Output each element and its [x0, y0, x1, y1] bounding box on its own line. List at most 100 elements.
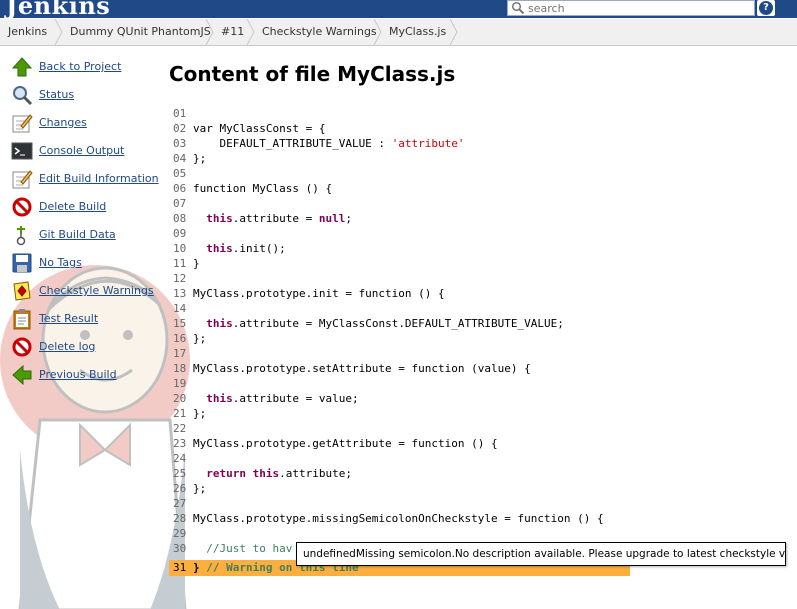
sidebar-link-changes[interactable]: Changes — [39, 116, 87, 129]
jenkins-logo[interactable]: Jenkins — [6, 0, 110, 18]
sidebar-link-previous-build[interactable]: Previous Build — [39, 368, 117, 381]
code-line: 26}; — [169, 481, 630, 496]
code-line: 25 return this.attribute; — [169, 466, 630, 481]
sidebar-link-console-output[interactable]: Console Output — [39, 144, 124, 157]
sidebar-link-test-result[interactable]: Test Result — [39, 312, 98, 325]
code-line: 03 DEFAULT_ATTRIBUTE_VALUE : 'attribute' — [169, 136, 630, 151]
floppy-icon — [12, 253, 32, 273]
line-number: 09 — [173, 227, 187, 240]
code-line: 22 — [169, 421, 630, 436]
code-line: 13 MyClass.prototype.init = function () { — [169, 286, 630, 301]
code-text: function MyClass () { — [193, 182, 333, 195]
line-number: 26 — [173, 482, 187, 495]
sidebar-link-delete-build[interactable]: Delete Build — [39, 200, 106, 213]
breadcrumb-file[interactable]: MyClass.js — [389, 19, 446, 45]
help-icon: ? — [759, 1, 773, 15]
help-button[interactable]: ? — [757, 0, 775, 16]
code-text: this.attribute = MyClassConst.DEFAULT_AT… — [206, 317, 564, 330]
code-line: 12 — [169, 271, 630, 286]
line-number: 15 — [173, 317, 187, 330]
no-entry-icon — [12, 337, 32, 357]
code-line: 01 — [169, 106, 630, 121]
up-arrow-icon — [11, 57, 33, 77]
breadcrumb-build[interactable]: #11 — [221, 19, 244, 45]
line-number: 01 — [173, 107, 187, 120]
code-line: 04}; — [169, 151, 630, 166]
page-title: Content of file MyClass.js — [169, 62, 456, 86]
code-line: 06 function MyClass () { — [169, 181, 630, 196]
terminal-icon — [11, 142, 33, 160]
line-number: 31 — [173, 561, 187, 574]
code-line: 07 — [169, 196, 630, 211]
breadcrumb-separator — [246, 19, 255, 45]
line-number: 05 — [173, 167, 187, 180]
code-text: }; — [193, 407, 207, 420]
breadcrumb-separator — [373, 19, 382, 45]
sidebar-link-back-to-project[interactable]: Back to Project — [39, 60, 121, 73]
line-number: 20 — [173, 392, 187, 405]
line-number: 11 — [173, 257, 187, 270]
line-number: 18 — [173, 362, 187, 375]
line-number: 27 — [173, 497, 187, 510]
code-line: 24 — [169, 451, 630, 466]
code-text: var MyClassConst = { — [193, 122, 326, 135]
search-box[interactable] — [507, 0, 755, 16]
search-input[interactable] — [528, 1, 748, 15]
code-line: 16}; — [169, 331, 630, 346]
clipboard-icon — [13, 309, 31, 330]
line-number: 14 — [173, 302, 187, 315]
line-number: 13 — [173, 287, 187, 300]
notepad-edit-icon — [12, 170, 33, 189]
code-line: 09 — [169, 226, 630, 241]
notepad-icon — [12, 114, 33, 133]
code-line: 27 — [169, 496, 630, 511]
breadcrumb-separator — [54, 19, 63, 45]
checkstyle-icon — [13, 281, 31, 301]
code-text: this.init(); — [206, 242, 286, 255]
code-text: }; — [193, 332, 207, 345]
code-text: MyClass.prototype.getAttribute = functio… — [193, 437, 498, 450]
line-number: 06 — [173, 182, 187, 195]
code-text: this.attribute = null; — [206, 212, 352, 225]
no-entry-icon — [12, 197, 32, 217]
breadcrumb-separator — [205, 19, 214, 45]
sidebar-link-status[interactable]: Status — [39, 88, 74, 101]
line-number: 08 — [173, 212, 187, 225]
line-number: 23 — [173, 437, 187, 450]
warning-tooltip: undefinedMissing semicolon.No descriptio… — [296, 542, 786, 566]
line-number: 30 — [173, 542, 187, 555]
code-text: MyClass.prototype.init = function () { — [193, 287, 445, 300]
line-number: 07 — [173, 197, 187, 210]
code-line: 17 — [169, 346, 630, 361]
breadcrumb-separator — [449, 19, 458, 45]
code-line: 23 MyClass.prototype.getAttribute = funct… — [169, 436, 630, 451]
code-line: 10 this.init(); — [169, 241, 630, 256]
sidebar-link-no-tags[interactable]: No Tags — [39, 256, 82, 269]
code-text: MyClass.prototype.missingSemicolonOnChec… — [193, 512, 604, 525]
line-number: 10 — [173, 242, 187, 255]
sidebar-link-git-build-data[interactable]: Git Build Data — [39, 228, 116, 241]
sidebar-link-edit-build-information[interactable]: Edit Build Information — [39, 172, 159, 185]
breadcrumb-project[interactable]: Dummy QUnit PhantomJS — [70, 19, 211, 45]
line-number: 19 — [173, 377, 187, 390]
line-number: 03 — [173, 137, 187, 150]
code-line: 21}; — [169, 406, 630, 421]
line-number: 12 — [173, 272, 187, 285]
line-number: 17 — [173, 347, 187, 360]
line-number: 24 — [173, 452, 187, 465]
code-line: 19 — [169, 376, 630, 391]
magnifier-icon — [13, 86, 33, 106]
code-text: }; — [193, 152, 207, 165]
breadcrumb-jenkins[interactable]: Jenkins — [8, 19, 47, 45]
sidebar-link-checkstyle-warnings[interactable]: Checkstyle Warnings — [39, 284, 154, 297]
left-arrow-icon — [12, 364, 32, 386]
line-number: 16 — [173, 332, 187, 345]
line-number: 04 — [173, 152, 187, 165]
sidebar-link-delete-log[interactable]: Delete log — [39, 340, 95, 353]
breadcrumb-checkstyle[interactable]: Checkstyle Warnings — [262, 19, 377, 45]
code-text: } — [193, 257, 200, 270]
code-line: 20 this.attribute = value; — [169, 391, 630, 406]
code-text: }; — [193, 482, 207, 495]
breadcrumb: Jenkins Dummy QUnit PhantomJS #11 Checks… — [0, 19, 797, 46]
line-number: 21 — [173, 407, 187, 420]
